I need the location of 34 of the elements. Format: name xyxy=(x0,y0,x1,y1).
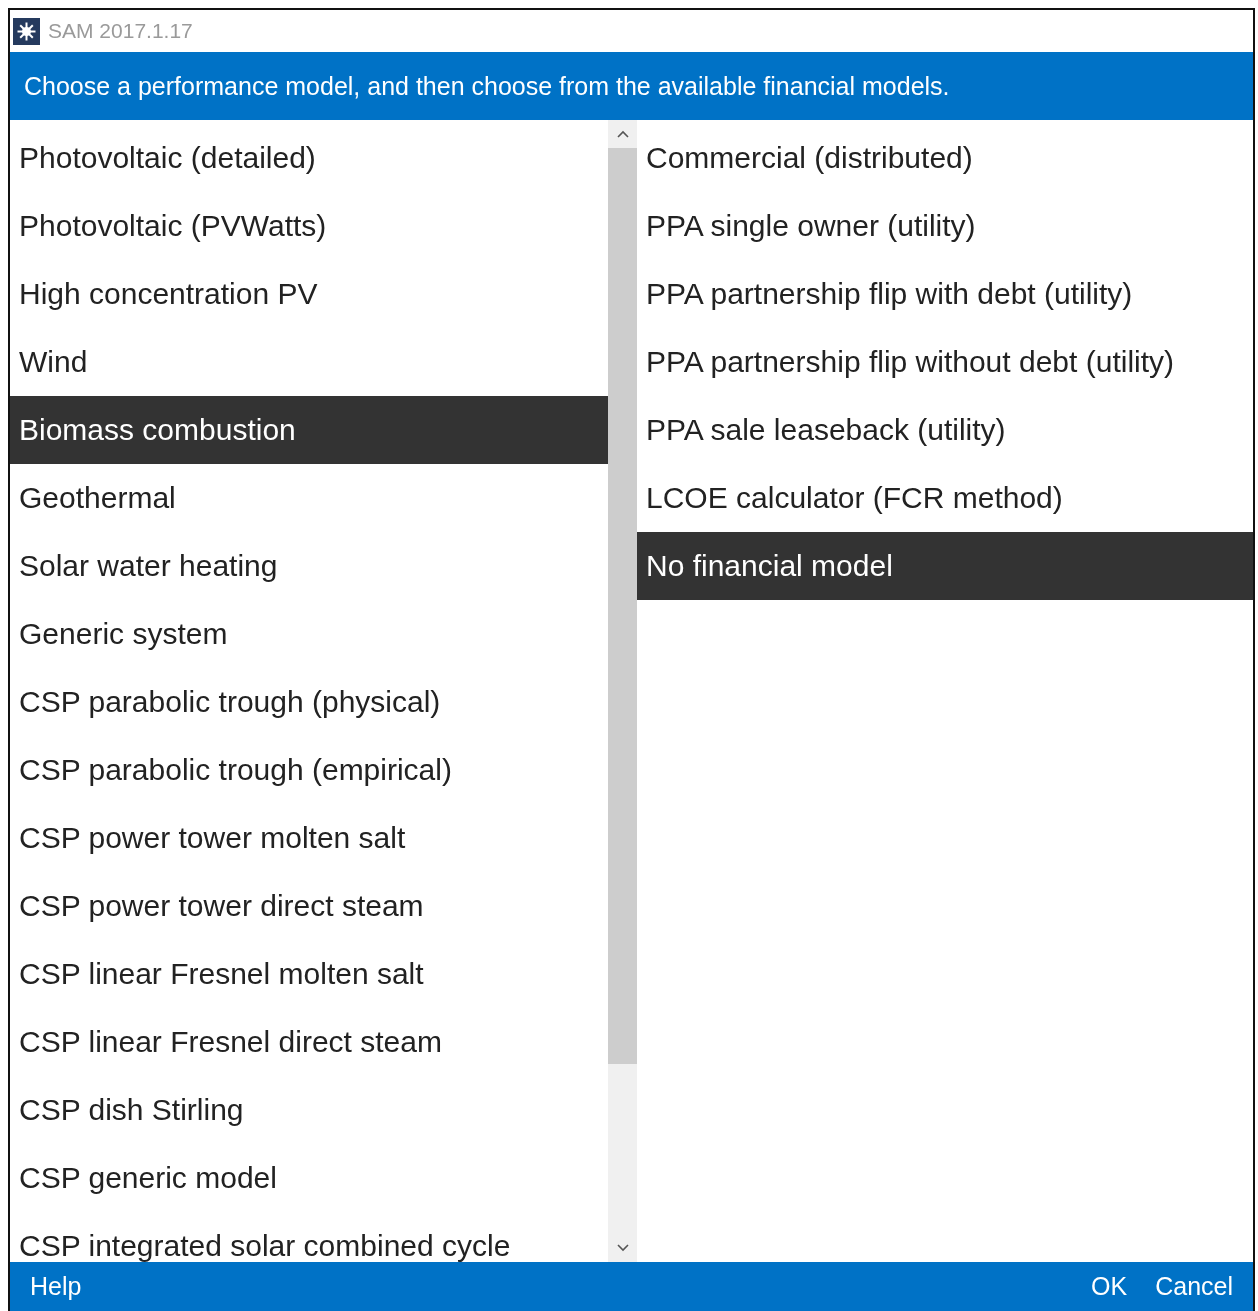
list-item[interactable]: PPA sale leaseback (utility) xyxy=(637,396,1253,464)
ok-button[interactable]: OK xyxy=(1077,1268,1142,1305)
list-item[interactable]: PPA partnership flip without debt (utility) xyxy=(637,328,1253,396)
list-item[interactable]: CSP parabolic trough (physical) xyxy=(10,668,608,736)
sun-icon xyxy=(13,17,40,45)
list-item[interactable]: Solar water heating xyxy=(10,532,608,600)
list-item[interactable]: CSP dish Stirling xyxy=(10,1076,608,1144)
scroll-thumb[interactable] xyxy=(608,148,637,1064)
list-item[interactable]: Wind xyxy=(10,328,608,396)
list-item[interactable]: No financial model xyxy=(637,532,1253,600)
scrollbar[interactable] xyxy=(608,120,637,1262)
help-button[interactable]: Help xyxy=(16,1268,96,1305)
scroll-down-icon[interactable] xyxy=(616,1244,629,1252)
list-item[interactable]: Photovoltaic (detailed) xyxy=(10,124,608,192)
list-item[interactable]: High concentration PV xyxy=(10,260,608,328)
list-item[interactable]: PPA partnership flip with debt (utility) xyxy=(637,260,1253,328)
list-item[interactable]: Photovoltaic (PVWatts) xyxy=(10,192,608,260)
scroll-up-icon[interactable] xyxy=(616,130,629,138)
list-item[interactable]: Biomass combustion xyxy=(10,396,608,464)
cancel-button[interactable]: Cancel xyxy=(1141,1268,1247,1305)
list-item[interactable]: CSP linear Fresnel direct steam xyxy=(10,1008,608,1076)
list-item[interactable]: CSP power tower molten salt xyxy=(10,804,608,872)
instruction-banner: Choose a performance model, and then choose from the available financial models. xyxy=(10,52,1253,120)
list-item[interactable]: CSP linear Fresnel molten salt xyxy=(10,940,608,1008)
list-item[interactable]: CSP integrated solar combined cycle xyxy=(10,1212,608,1262)
list-item[interactable]: LCOE calculator (FCR method) xyxy=(637,464,1253,532)
list-item[interactable]: PPA single owner (utility) xyxy=(637,192,1253,260)
list-item[interactable]: Generic system xyxy=(10,600,608,668)
list-item[interactable]: CSP parabolic trough (empirical) xyxy=(10,736,608,804)
list-item[interactable]: CSP generic model xyxy=(10,1144,608,1212)
list-item[interactable]: CSP power tower direct steam xyxy=(10,872,608,940)
window-title: SAM 2017.1.17 xyxy=(48,19,193,43)
list-item[interactable]: Commercial (distributed) xyxy=(637,124,1253,192)
list-item[interactable]: Geothermal xyxy=(10,464,608,532)
